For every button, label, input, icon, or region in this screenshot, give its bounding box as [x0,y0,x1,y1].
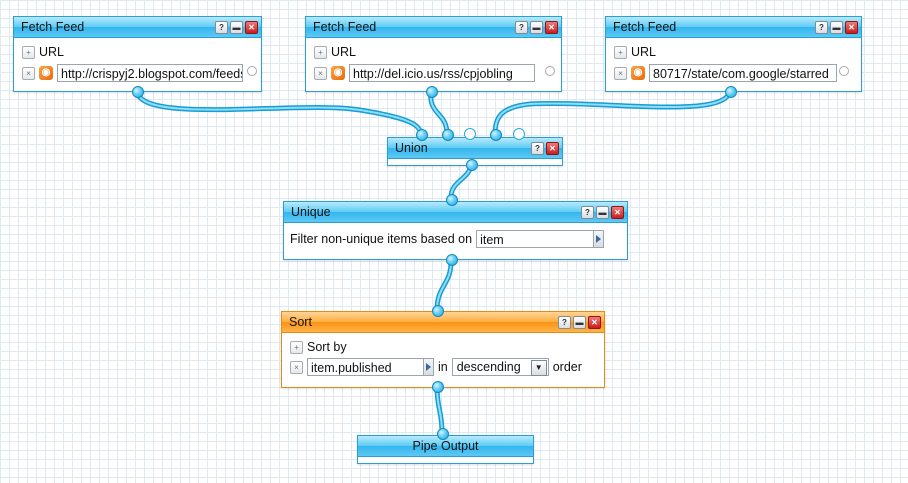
url-label: URL [331,45,357,59]
module-title: Fetch Feed [21,20,85,34]
sort-field-row: × item.published in descending ▼ order [290,358,582,376]
output-terminal[interactable] [725,86,737,98]
unique-field-input[interactable]: item [476,230,595,248]
help-icon[interactable]: ? [558,316,571,329]
add-icon[interactable]: + [290,340,303,354]
help-icon[interactable]: ? [215,21,228,34]
chevron-down-icon[interactable]: ▼ [530,360,547,376]
sort-field-input[interactable]: item.published [307,358,424,376]
url-label: URL [39,45,65,59]
minimize-icon[interactable]: ▬ [530,21,543,34]
rss-feed-icon: ◉ [631,66,645,80]
url-terminal[interactable] [839,66,849,76]
sort-order-label: order [552,360,582,374]
close-icon[interactable]: ✕ [546,142,559,155]
add-icon[interactable]: + [614,45,627,59]
url-value-row: × ◉ 80717/state/com.google/starred [614,64,837,82]
url-row: + URL [22,45,64,59]
module-title-bar[interactable]: Fetch Feed ? ▬ ✕ [306,17,561,38]
help-icon[interactable]: ? [531,142,544,155]
unique-output-terminal[interactable] [446,254,458,266]
module-title-bar[interactable]: Union ? ✕ [388,138,562,159]
help-icon[interactable]: ? [515,21,528,34]
minimize-icon[interactable]: ▬ [230,21,243,34]
help-icon[interactable]: ? [815,21,828,34]
output-terminal[interactable] [426,86,438,98]
module-title: Pipe Output [412,439,479,453]
add-icon[interactable]: + [314,45,327,59]
sort-by-label: Sort by [307,340,347,354]
minimize-icon[interactable]: ▬ [830,21,843,34]
union-input-terminal-3[interactable] [464,128,476,140]
url-terminal[interactable] [247,66,257,76]
url-label: URL [631,45,657,59]
url-row: + URL [614,45,656,59]
sort-in-label: in [438,360,448,374]
module-title: Unique [291,205,331,219]
fetch-feed-module-2[interactable]: Fetch Feed ? ▬ ✕ + URL × ◉ http://del.ic… [305,16,562,92]
fetch-feed-module-1[interactable]: Fetch Feed ? ▬ ✕ + URL × ◉ http://crispy… [13,16,262,92]
unique-module[interactable]: Unique ? ▬ ✕ Filter non-unique items bas… [283,201,628,260]
url-input[interactable]: http://crispyj2.blogspot.com/feeds [57,64,243,82]
module-title: Sort [289,315,312,329]
sort-module[interactable]: Sort ? ▬ ✕ + Sort by × item.published in… [281,311,605,388]
union-input-terminal-2[interactable] [442,129,454,141]
sort-by-row: + Sort by [290,340,347,354]
sort-output-terminal[interactable] [432,381,444,393]
union-input-terminal-5[interactable] [513,128,525,140]
minimize-icon[interactable]: ▬ [596,206,609,219]
remove-icon[interactable]: × [290,360,303,374]
close-icon[interactable]: ✕ [845,21,858,34]
url-value-row: × ◉ http://crispyj2.blogspot.com/feeds [22,64,243,82]
url-value-row: × ◉ http://del.icio.us/rss/cpjobling [314,64,535,82]
sort-order-value: descending [456,360,521,374]
remove-icon[interactable]: × [314,66,327,80]
remove-icon[interactable]: × [614,66,627,80]
unique-input-terminal[interactable] [446,194,458,206]
union-input-terminal-4[interactable] [490,129,502,141]
help-icon[interactable]: ? [581,206,594,219]
close-icon[interactable]: ✕ [545,21,558,34]
field-picker-arrow-icon[interactable] [424,358,434,376]
rss-feed-icon: ◉ [39,66,53,80]
fetch-feed-module-3[interactable]: Fetch Feed ? ▬ ✕ + URL × ◉ 80717/state/c… [605,16,862,92]
module-title-bar[interactable]: Sort ? ▬ ✕ [282,312,604,333]
remove-icon[interactable]: × [22,66,35,80]
unique-filter-label: Filter non-unique items based on [290,232,473,246]
sort-order-select[interactable]: descending ▼ [451,358,549,376]
module-title-bar[interactable]: Unique ? ▬ ✕ [284,202,627,223]
url-row: + URL [314,45,356,59]
close-icon[interactable]: ✕ [588,316,601,329]
minimize-icon[interactable]: ▬ [573,316,586,329]
union-input-terminal-1[interactable] [416,129,428,141]
wire-fetch3-union [492,88,733,137]
close-icon[interactable]: ✕ [611,206,624,219]
field-picker-arrow-icon[interactable] [594,230,605,248]
sort-input-terminal[interactable] [432,305,444,317]
url-input[interactable]: 80717/state/com.google/starred [649,64,837,82]
module-title: Fetch Feed [613,20,677,34]
module-title-bar[interactable]: Fetch Feed ? ▬ ✕ [606,17,861,38]
union-output-terminal[interactable] [466,159,478,171]
url-input[interactable]: http://del.icio.us/rss/cpjobling [349,64,535,82]
add-icon[interactable]: + [22,45,35,59]
close-icon[interactable]: ✕ [245,21,258,34]
output-input-terminal[interactable] [437,428,449,440]
module-title-bar[interactable]: Fetch Feed ? ▬ ✕ [14,17,261,38]
output-terminal[interactable] [132,86,144,98]
module-title: Union [395,141,428,155]
rss-feed-icon: ◉ [331,66,345,80]
module-title: Fetch Feed [313,20,377,34]
unique-field-row: Filter non-unique items based on item [290,230,605,248]
url-terminal[interactable] [545,66,555,76]
